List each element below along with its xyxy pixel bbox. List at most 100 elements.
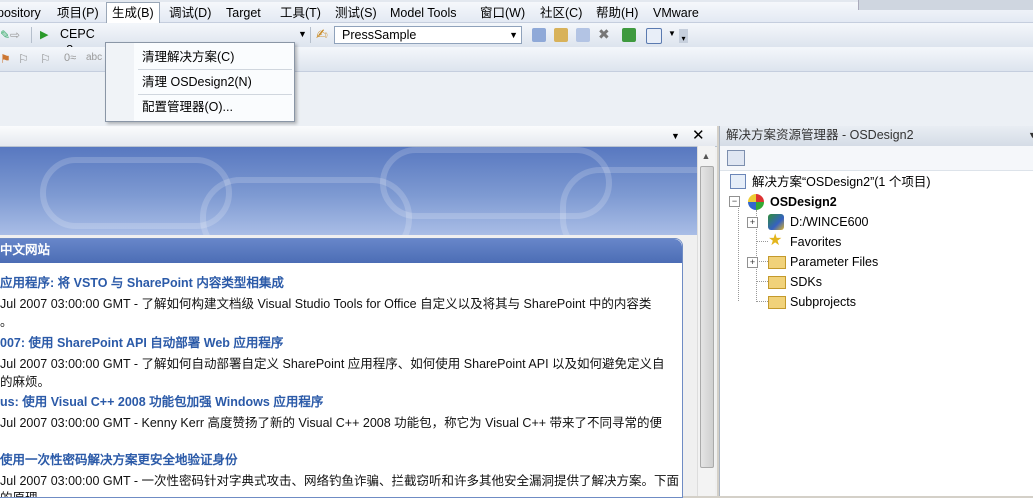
solution-explorer-icon[interactable]: [532, 28, 546, 42]
connect-icon[interactable]: ✎: [0, 28, 10, 42]
start-debug-icon[interactable]: ▶: [40, 28, 48, 41]
menu-bar: pository 项目(P) 生成(B) 调试(D) Target 工具(T) …: [0, 0, 1033, 23]
solution-explorer-title: 解决方案资源管理器 - OSDesign2: [726, 128, 914, 142]
configuration-manager-menu-item[interactable]: 配置管理器(O)...: [142, 97, 233, 117]
tools-icon[interactable]: ✖: [598, 26, 610, 43]
news-article-summary: Jul 2007 03:00:00 GMT - 了解如何自动部署自定义 Shar…: [0, 357, 665, 371]
bookmark-icon[interactable]: ⚑: [0, 52, 11, 66]
tree-node-platform[interactable]: D:/WINCE600: [768, 212, 918, 232]
solution-explorer-pane: 解决方案资源管理器 - OSDesign2 ▼ 解决方案“OSDesign2”(…: [719, 126, 1033, 496]
tree-project-node[interactable]: OSDesign2: [748, 192, 898, 212]
menu-model-tools[interactable]: Model Tools: [390, 5, 456, 22]
menu-separator: [138, 69, 292, 70]
tree-node-label: Parameter Files: [790, 255, 879, 269]
pane-options-icon[interactable]: ▼: [1028, 126, 1033, 145]
tree-line: [756, 241, 768, 242]
sdk-icon: [768, 276, 786, 289]
properties-icon[interactable]: [554, 28, 568, 42]
news-article-title[interactable]: us: 使用 Visual C++ 2008 功能包加强 Windows 应用程…: [0, 391, 323, 410]
banner-decoration: [560, 167, 697, 235]
tree-node-parameter-files[interactable]: Parameter Files: [768, 252, 918, 272]
close-icon[interactable]: ✕: [692, 126, 705, 144]
menu-community[interactable]: 社区(C): [540, 5, 582, 22]
menu-window[interactable]: 窗口(W): [480, 5, 525, 22]
expand-icon[interactable]: +: [747, 217, 758, 228]
news-article-summary: 的原理: [0, 491, 38, 498]
chevron-down-icon[interactable]: ▼: [509, 27, 518, 43]
menu-vmware[interactable]: VMware: [653, 5, 699, 22]
news-panel: 中文网站 应用程序: 将 VSTO 与 SharePoint 内容类型相集成 J…: [0, 238, 683, 498]
menu-separator: [138, 94, 292, 95]
news-article-summary: Jul 2007 03:00:00 GMT - 一次性密码针对字典式攻击、网络钓…: [0, 474, 680, 488]
start-page-pane: ▼ ✕ 中文网站 应用程序: 将 VSTO 与 SharePoint 内容类型相…: [0, 126, 717, 498]
menu-build[interactable]: 生成(B): [106, 2, 160, 23]
disconnect-icon[interactable]: ⇨: [10, 28, 20, 42]
news-article-summary: 。: [0, 315, 13, 329]
tree-solution-node[interactable]: 解决方案“OSDesign2”(1 个项目): [730, 172, 1020, 192]
clean-project-menu-item[interactable]: 清理 OSDesign2(N): [142, 72, 252, 92]
toolbar-separator: [310, 27, 311, 43]
news-article-title[interactable]: 007: 使用 SharePoint API 自动部署 Web 应用程序: [0, 332, 283, 351]
window-icon[interactable]: [646, 28, 662, 44]
news-article-title[interactable]: 应用程序: 将 VSTO 与 SharePoint 内容类型相集成: [0, 272, 284, 291]
menu-target[interactable]: Target: [226, 5, 261, 22]
solution-explorer-toolbar: [720, 146, 1033, 171]
toolbar-separator: [31, 27, 32, 43]
find-in-files-icon[interactable]: ✍: [316, 26, 328, 43]
toolbar-options-icon[interactable]: ▼: [668, 29, 676, 38]
news-article-title[interactable]: 使用一次性密码解决方案更安全地验证身份: [0, 449, 238, 468]
menu-repository[interactable]: pository: [0, 5, 41, 22]
tree-node-sdks[interactable]: SDKs: [768, 272, 918, 292]
tree-line: [738, 208, 739, 301]
format-icon[interactable]: 0≈: [64, 52, 76, 64]
news-article-summary: Jul 2007 03:00:00 GMT - 了解如何构建文档级 Visual…: [0, 297, 652, 311]
solution-label: 解决方案“OSDesign2”(1 个项目): [752, 175, 931, 189]
news-article-summary: Jul 2007 03:00:00 GMT - Kenny Kerr 高度赞扬了…: [0, 416, 663, 430]
tree-node-subprojects[interactable]: Subprojects: [768, 292, 918, 312]
tree-node-label: Subprojects: [790, 295, 857, 309]
platform-icon: [768, 214, 784, 230]
tree-node-label: Favorites: [790, 235, 842, 249]
object-browser-icon[interactable]: [576, 28, 590, 42]
platform-combo[interactable]: CEPC x8: [54, 26, 108, 57]
tree-node-favorites[interactable]: ★ Favorites: [768, 232, 918, 252]
start-page-banner: [0, 147, 697, 235]
project-combo-value: PressSample: [342, 28, 417, 42]
project-combo[interactable]: PressSample ▼: [334, 26, 522, 44]
folder-icon: [768, 256, 786, 269]
solution-icon: [730, 174, 746, 189]
collapse-icon[interactable]: −: [729, 196, 740, 207]
menu-icon-gutter: [106, 43, 134, 121]
menu-tools[interactable]: 工具(T): [280, 5, 321, 22]
news-article-summary: 的麻烦。: [0, 375, 51, 389]
project-label: OSDesign2: [770, 195, 837, 209]
menu-debug[interactable]: 调试(D): [169, 5, 211, 22]
scrollbar-thumb[interactable]: [700, 166, 714, 468]
properties-icon[interactable]: [727, 150, 745, 166]
solution-explorer-header: 解决方案资源管理器 - OSDesign2 ▼: [720, 126, 1033, 147]
news-section-title: 中文网站: [0, 239, 682, 263]
tree-line: [756, 301, 768, 302]
prev-bookmark-icon[interactable]: ⚐: [18, 52, 29, 66]
window-position-icon[interactable]: ▼: [671, 131, 680, 141]
next-bookmark-icon[interactable]: ⚐: [40, 52, 51, 66]
start-page-header: ▼ ✕: [0, 126, 717, 147]
export-icon[interactable]: [622, 28, 636, 42]
menu-test[interactable]: 测试(S): [335, 5, 377, 22]
menu-project[interactable]: 项目(P): [57, 5, 99, 22]
expand-icon[interactable]: +: [747, 257, 758, 268]
build-menu-dropdown: 清理解决方案(C) 清理 OSDesign2(N) 配置管理器(O)...: [105, 42, 295, 122]
subprojects-icon: [768, 296, 786, 309]
window-title-area: [858, 0, 1033, 10]
toolbar-overflow-icon[interactable]: ▾: [679, 29, 688, 43]
scroll-up-icon[interactable]: ▲: [698, 148, 714, 164]
tree-line: [756, 281, 768, 282]
star-icon: ★: [768, 232, 783, 249]
platform-combo-arrow-icon[interactable]: ▼: [298, 29, 307, 39]
tree-node-label: D:/WINCE600: [790, 215, 869, 229]
clean-solution-menu-item[interactable]: 清理解决方案(C): [142, 47, 234, 67]
osdesign-project-icon: [748, 194, 764, 210]
menu-help[interactable]: 帮助(H): [596, 5, 638, 22]
vertical-scrollbar[interactable]: ▲: [697, 146, 715, 496]
spellcheck-icon[interactable]: abc: [86, 52, 102, 63]
